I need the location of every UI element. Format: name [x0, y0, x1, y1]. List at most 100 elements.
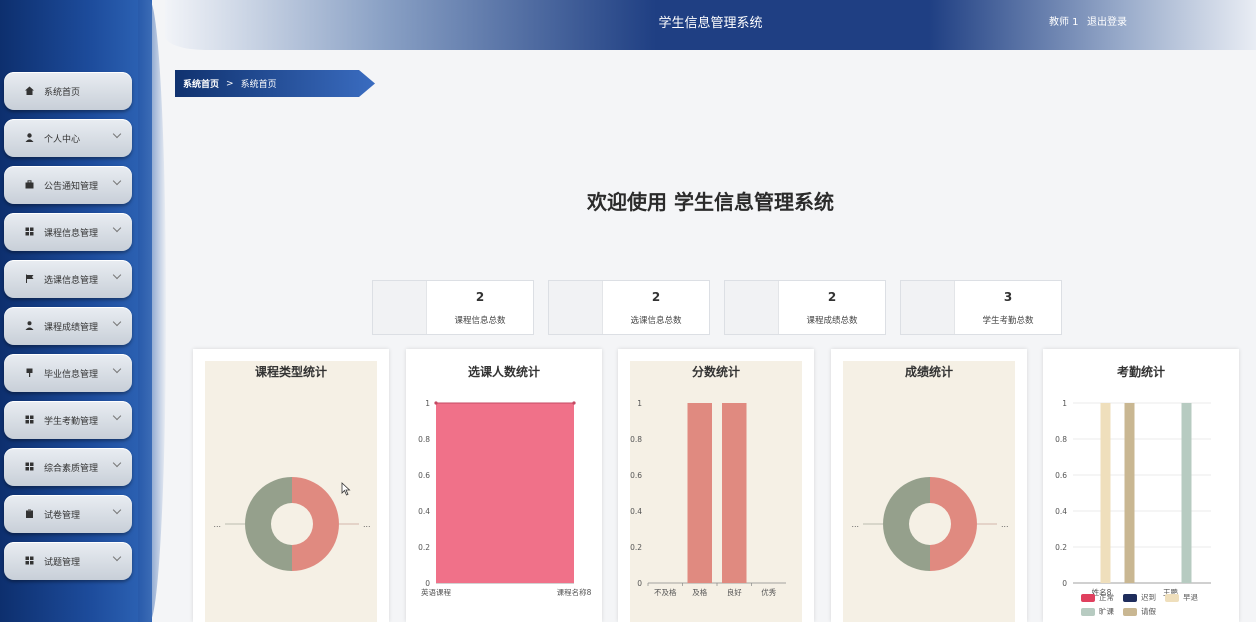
chevron-down-icon — [112, 411, 122, 421]
bar — [722, 403, 747, 583]
chevron-down-icon — [112, 505, 122, 515]
slice-label: … — [363, 520, 371, 529]
y-tick-label: 0.8 — [1055, 435, 1067, 444]
y-tick-label: 1 — [425, 399, 430, 408]
legend-swatch[interactable] — [1123, 594, 1137, 602]
sidebar-item-label: 试卷管理 — [44, 510, 81, 521]
clipboard-icon — [26, 509, 33, 518]
grid-icon — [25, 227, 34, 236]
data-point — [434, 401, 438, 405]
chevron-down-icon — [112, 552, 122, 562]
grid-icon — [25, 556, 34, 565]
slice-label: … — [214, 520, 222, 529]
x-tick-label: 课程名称8 — [557, 587, 592, 597]
stat-card-courses: 2 课程信息总数 — [372, 280, 534, 335]
sidebar-item-label: 公告通知管理 — [44, 181, 99, 192]
legend-swatch[interactable] — [1123, 608, 1137, 616]
chart-title: 课程类型统计 — [254, 365, 327, 379]
slice-label: … — [852, 520, 860, 529]
chevron-down-icon — [112, 317, 122, 327]
stat-card-grades: 2 课程成绩总数 — [724, 280, 886, 335]
logout-link[interactable]: 退出登录 — [1087, 13, 1127, 28]
sidebar-item[interactable]: 系统首页 — [4, 72, 132, 110]
stat-value: 2 — [827, 290, 837, 304]
y-tick-label: 0.2 — [1055, 543, 1067, 552]
chart-title: 选课人数统计 — [467, 365, 540, 379]
pie-slice — [245, 477, 292, 571]
chart-title: 成绩统计 — [904, 365, 953, 379]
bar — [1124, 403, 1135, 583]
current-user: 教师 1 — [1049, 17, 1079, 28]
data-point — [572, 401, 576, 405]
breadcrumb-separator: > — [226, 78, 234, 89]
sidebar-item-label: 毕业信息管理 — [44, 369, 99, 380]
x-tick-label: 优秀 — [761, 587, 776, 597]
sidebar-item[interactable]: 公告通知管理 — [4, 166, 132, 204]
pie-chart-course-type: …… — [214, 477, 371, 571]
pin-icon — [26, 368, 33, 377]
legend-swatch[interactable] — [1081, 594, 1095, 602]
sidebar-item[interactable]: 综合素质管理 — [4, 448, 132, 486]
y-tick-label: 0.4 — [418, 507, 430, 516]
stat-label: 课程成绩总数 — [806, 316, 858, 326]
y-tick-label: 0.6 — [1055, 471, 1067, 480]
grid-icon — [25, 415, 34, 424]
y-tick-label: 0.8 — [418, 435, 430, 444]
briefcase-icon — [25, 180, 34, 189]
home-icon — [25, 86, 34, 95]
sidebar-item[interactable]: 课程成绩管理 — [4, 307, 132, 345]
user-tie-icon — [25, 321, 34, 330]
sidebar-item-label: 课程信息管理 — [44, 228, 99, 239]
x-tick-label: 良好 — [727, 587, 742, 597]
legend-label: 请假 — [1141, 606, 1157, 616]
y-tick-label: 1 — [1062, 399, 1067, 408]
stat-value: 2 — [651, 290, 661, 304]
sidebar-item[interactable]: 试卷管理 — [4, 495, 132, 533]
legend-swatch[interactable] — [1081, 608, 1095, 616]
x-tick-label: 英语课程 — [421, 587, 451, 597]
y-tick-label: 0 — [637, 579, 642, 588]
sidebar-item[interactable]: 毕业信息管理 — [4, 354, 132, 392]
stat-card-selections: 2 选课信息总数 — [548, 280, 710, 335]
sidebar-menu: 系统首页个人中心公告通知管理 课程信息管理选课信息管理 课程成绩管理毕业信息管理学生… — [4, 72, 132, 589]
sidebar-item-label: 系统首页 — [44, 87, 81, 98]
stat-thumb — [901, 281, 955, 334]
grid-icon — [25, 462, 34, 471]
y-tick-label: 0 — [425, 579, 430, 588]
chevron-down-icon — [112, 364, 122, 374]
flag-icon — [26, 274, 34, 283]
y-tick-label: 0.8 — [630, 435, 642, 444]
y-tick-label: 0.2 — [630, 543, 642, 552]
sidebar-item-label: 个人中心 — [44, 134, 81, 145]
chevron-down-icon — [112, 458, 122, 468]
chart-panel-enrollment: 0 0.2 0.4 0.6 0.8 1 英语课程 课程名称8 选课人数统计 — [406, 349, 602, 622]
chart-panel-attendance: 0 0.2 0.4 0.6 0.8 1 姓名8 王鹏 正常 迟到 早退 旷课 请假 考勤统计 — [1043, 349, 1239, 622]
breadcrumb-home[interactable]: 系统首页 — [183, 77, 219, 90]
sidebar-item[interactable]: 选课信息管理 — [4, 260, 132, 298]
breadcrumb-current: 系统首页 — [240, 80, 277, 90]
legend-swatch[interactable] — [1165, 594, 1179, 602]
y-tick-label: 0.2 — [418, 543, 430, 552]
y-tick-label: 0.6 — [418, 471, 430, 480]
stat-label: 课程信息总数 — [454, 316, 506, 326]
pie-slice — [883, 477, 930, 571]
chart-panel-grades: … … 成绩统计 — [831, 349, 1027, 622]
legend-label: 早退 — [1183, 593, 1199, 602]
stat-value: 3 — [1003, 290, 1013, 304]
sidebar-item[interactable]: 课程信息管理 — [4, 213, 132, 251]
slice-label: … — [1001, 520, 1009, 529]
stat-thumb — [373, 281, 427, 334]
stat-value: 2 — [475, 290, 485, 304]
sidebar-item[interactable]: 学生考勤管理 — [4, 401, 132, 439]
stat-card-attendance: 3 学生考勤总数 — [900, 280, 1062, 335]
chevron-down-icon — [112, 176, 122, 186]
bar-chart-score: 0 0.2 0.4 0.6 0.8 1 不及格 及格 良好 优秀 — [630, 399, 786, 597]
sidebar-item-label: 综合素质管理 — [44, 463, 99, 474]
chevron-down-icon — [112, 270, 122, 280]
bar-chart-attendance: 00.20.40.60.81姓名8 王鹏正常 迟到 早退旷课 请假 — [1055, 399, 1211, 616]
x-tick-label: 及格 — [692, 587, 707, 597]
y-tick-label: 1 — [637, 399, 642, 408]
sidebar-item[interactable]: 个人中心 — [4, 119, 132, 157]
pie-slice — [292, 477, 339, 571]
sidebar-item[interactable]: 试题管理 — [4, 542, 132, 580]
